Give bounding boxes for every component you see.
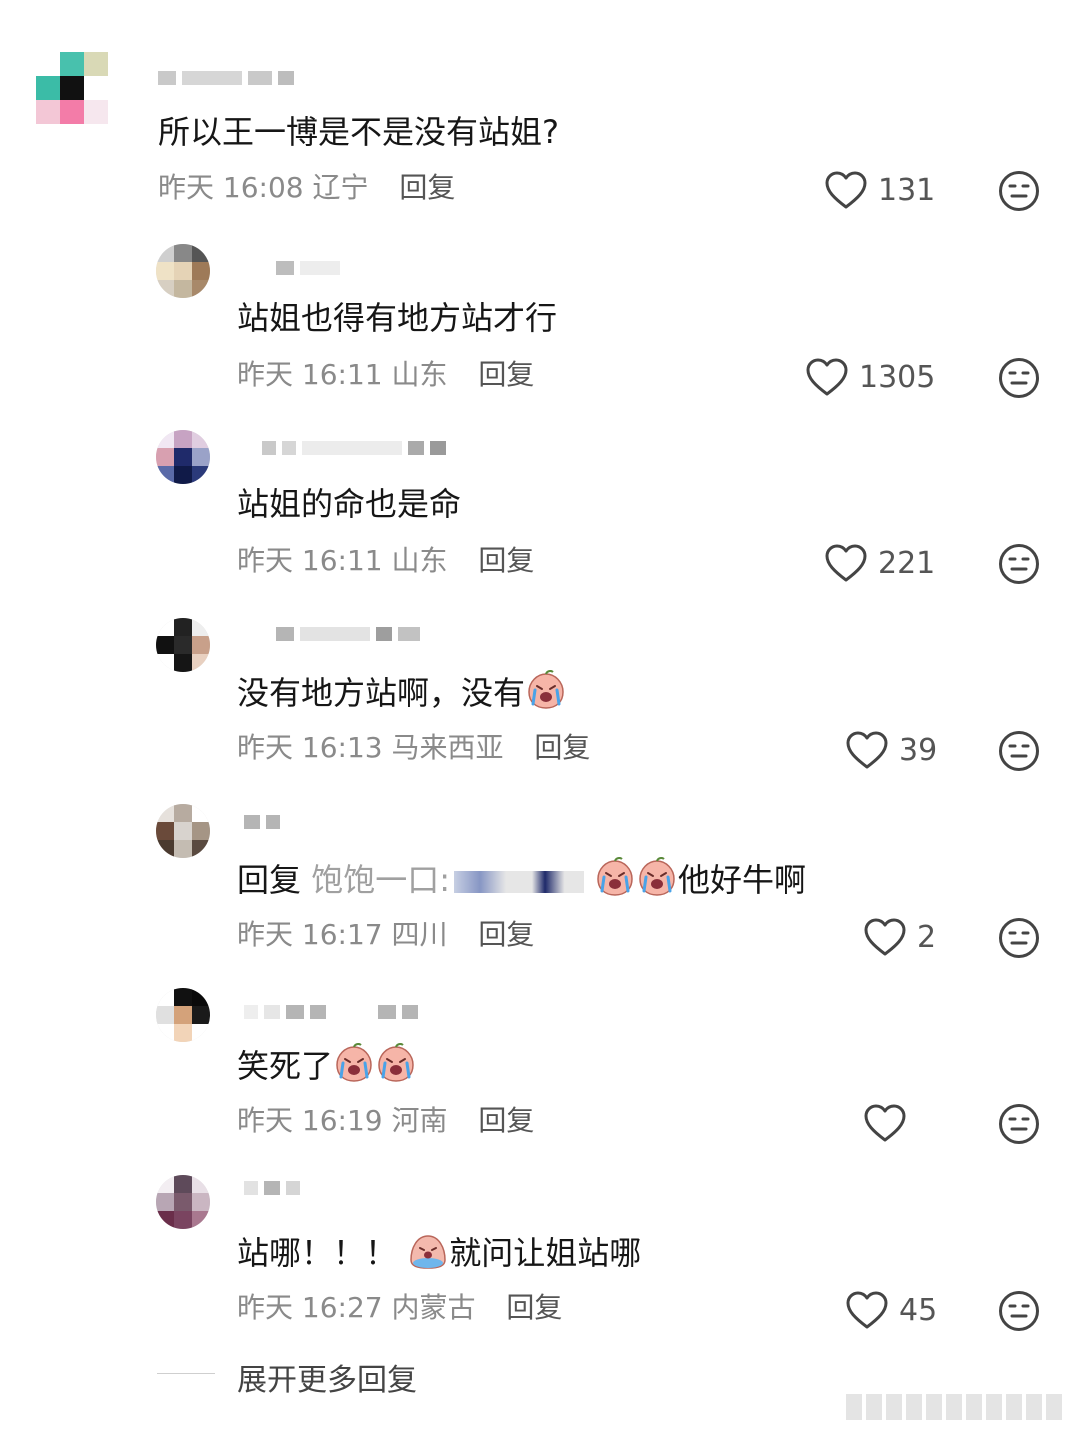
reply-prefix: 回复: [237, 861, 302, 899]
comment-location: 马来西亚: [391, 731, 504, 764]
comment-text: 回复 饱饱一口: 他好牛啊: [237, 857, 806, 900]
expand-more-replies-button[interactable]: 展开更多回复: [237, 1355, 417, 1399]
comment-text: 站姐的命也是命: [237, 485, 462, 523]
watermark-blurred: [846, 1394, 1062, 1420]
avatar[interactable]: [156, 618, 210, 672]
comment-meta: 昨天 16:19 河南 回复: [237, 1103, 534, 1139]
heart-outline-icon: [845, 1290, 889, 1330]
heart-outline-icon: [845, 730, 889, 770]
username-blurred[interactable]: [244, 1178, 300, 1198]
comment-location: 辽宁: [312, 171, 369, 204]
meh-face-icon[interactable]: [998, 170, 1040, 212]
heart-outline-icon: [863, 917, 907, 957]
comment-time: 昨天 16:19: [237, 1104, 383, 1137]
comment-text: 站姐也得有地方站才行: [237, 299, 558, 337]
like-button[interactable]: 1305: [805, 357, 935, 397]
reply-button[interactable]: 回复: [534, 731, 590, 764]
comment-text-tail: 他好牛啊: [677, 861, 806, 899]
username-blurred[interactable]: [244, 812, 280, 832]
avatar[interactable]: [156, 804, 210, 858]
comment-time: 昨天 16:11: [237, 544, 383, 577]
like-count: 131: [878, 172, 936, 208]
avatar[interactable]: [156, 1175, 210, 1229]
reply-button[interactable]: 回复: [478, 918, 534, 951]
comment-meta: 昨天 16:11 山东 回复: [237, 357, 534, 393]
meh-face-icon[interactable]: [998, 357, 1040, 399]
avatar[interactable]: [156, 988, 210, 1042]
heart-outline-icon: [863, 1103, 907, 1143]
comment-meta: 昨天 16:27 内蒙古 回复: [237, 1290, 562, 1326]
reply-button[interactable]: 回复: [399, 171, 455, 204]
reply-button[interactable]: 回复: [506, 1291, 562, 1324]
meh-face-icon[interactable]: [998, 730, 1040, 772]
like-button[interactable]: 45: [845, 1290, 937, 1330]
crying-peach-emoji: [594, 857, 636, 897]
like-button[interactable]: 2: [863, 917, 936, 957]
username-blurred[interactable]: [158, 68, 294, 88]
meh-face-icon[interactable]: [998, 543, 1040, 585]
username-blurred[interactable]: [262, 438, 446, 458]
heart-outline-icon: [805, 357, 849, 397]
reply-button[interactable]: 回复: [478, 544, 534, 577]
comment-time: 昨天 16:27: [237, 1291, 383, 1324]
comment-text-tail: 就问让姐站哪: [449, 1234, 642, 1272]
comment-location: 山东: [391, 358, 448, 391]
comment-text: 所以王一博是不是没有站姐?: [158, 113, 559, 151]
comment-location: 山东: [391, 544, 448, 577]
crying-peach-emoji: [636, 857, 678, 897]
comment-meta: 昨天 16:13 马来西亚 回复: [237, 730, 590, 766]
like-count: 221: [878, 545, 936, 581]
avatar[interactable]: [156, 244, 210, 298]
comment-meta: 昨天 16:08 辽宁 回复: [158, 170, 455, 206]
comment-time: 昨天 16:13: [237, 731, 383, 764]
username-blurred[interactable]: [244, 1002, 418, 1022]
username-blurred[interactable]: [276, 624, 420, 644]
crying-peach-emoji: [375, 1043, 417, 1083]
like-button[interactable]: 131: [824, 170, 935, 210]
avatar[interactable]: [156, 430, 210, 484]
like-button[interactable]: 221: [824, 543, 935, 583]
quoted-username[interactable]: 饱饱一口:: [311, 861, 450, 899]
heart-outline-icon: [824, 543, 868, 583]
comment-location: 内蒙古: [391, 1291, 476, 1324]
crying-peach-emoji: [333, 1043, 375, 1083]
comment-text-head: 站哪！！！: [237, 1234, 398, 1272]
like-count: 39: [899, 732, 938, 768]
comment-text-body: 没有地方站啊，没有: [237, 674, 526, 712]
comment-meta: 昨天 16:11 山东 回复: [237, 543, 534, 579]
crying-peach-emoji: [525, 670, 567, 710]
like-button[interactable]: 39: [845, 730, 937, 770]
comment-meta: 昨天 16:17 四川 回复: [237, 917, 534, 953]
heart-outline-icon: [824, 170, 868, 210]
comment-location: 四川: [391, 918, 448, 951]
reply-button[interactable]: 回复: [478, 358, 534, 391]
reply-button[interactable]: 回复: [478, 1104, 534, 1137]
username-blurred[interactable]: [276, 258, 340, 278]
comment-text-body: 笑死了: [237, 1047, 334, 1085]
comment-time: 昨天 16:11: [237, 358, 383, 391]
comment-text: 笑死了: [237, 1043, 417, 1086]
meh-face-icon[interactable]: [998, 1103, 1040, 1145]
comment-text: 站哪！！！ 就问让姐站哪: [237, 1230, 641, 1273]
divider: [157, 1373, 215, 1374]
avatar[interactable]: [36, 52, 108, 124]
like-count: 2: [917, 919, 937, 955]
comment-time: 昨天 16:08: [158, 171, 304, 204]
meh-face-icon[interactable]: [998, 1290, 1040, 1332]
mention-blurred[interactable]: [453, 871, 584, 893]
like-count: 45: [899, 1292, 938, 1328]
crying-blob-emoji: [407, 1230, 449, 1270]
meh-face-icon[interactable]: [998, 917, 1040, 959]
like-button[interactable]: [863, 1103, 917, 1143]
comment-time: 昨天 16:17: [237, 918, 383, 951]
comment-text: 没有地方站啊，没有: [237, 670, 567, 713]
comment-location: 河南: [391, 1104, 448, 1137]
like-count: 1305: [859, 359, 936, 395]
